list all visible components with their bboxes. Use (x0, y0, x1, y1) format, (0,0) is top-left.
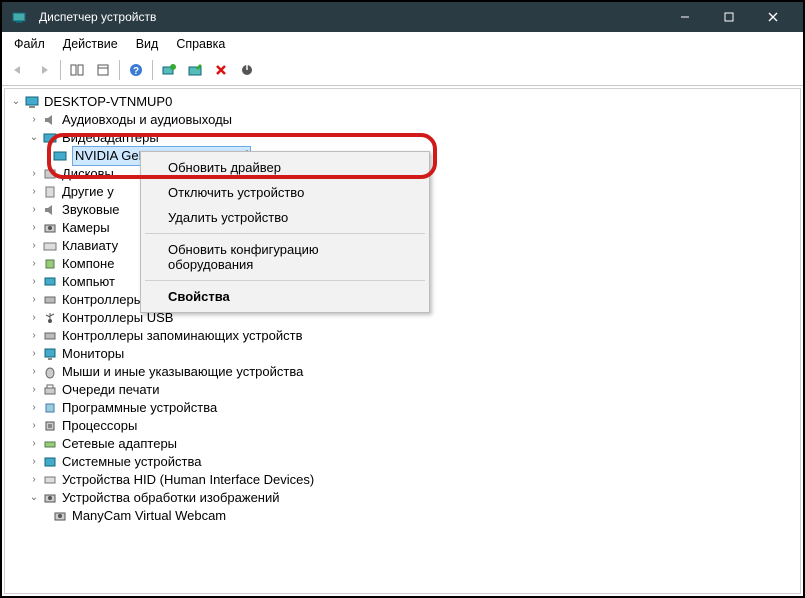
computer-icon (41, 274, 59, 290)
tree-item-mice[interactable]: ›Мыши и иные указывающие устройства (5, 363, 800, 381)
computer-icon (23, 94, 41, 110)
menu-action[interactable]: Действие (55, 34, 126, 54)
camera-icon (41, 220, 59, 236)
expand-icon[interactable]: › (27, 291, 41, 309)
expand-icon[interactable]: › (27, 237, 41, 255)
tree-item-storage[interactable]: ›Контроллеры запоминающих устройств (5, 327, 800, 345)
forward-button[interactable] (32, 59, 56, 81)
disable-button[interactable] (235, 59, 259, 81)
properties-button[interactable] (91, 59, 115, 81)
mouse-icon (41, 364, 59, 380)
device-manager-window: Диспетчер устройств Файл Действие Вид Сп… (0, 0, 805, 598)
usb-icon (41, 310, 59, 326)
scan-hardware-button[interactable] (183, 59, 207, 81)
menubar: Файл Действие Вид Справка (2, 32, 803, 56)
ctx-properties[interactable]: Свойства (144, 284, 426, 309)
expand-icon[interactable]: › (27, 471, 41, 489)
window-title: Диспетчер устройств (39, 10, 156, 24)
expand-icon[interactable]: › (27, 309, 41, 327)
app-icon (10, 9, 28, 25)
tree-item-video[interactable]: ⌄Видеоадаптеры (5, 129, 800, 147)
display-adapter-icon (41, 130, 59, 146)
uninstall-button[interactable] (209, 59, 233, 81)
tree-item-software[interactable]: ›Программные устройства (5, 399, 800, 417)
system-icon (41, 454, 59, 470)
expand-icon[interactable]: › (27, 219, 41, 237)
tree-root[interactable]: ⌄ DESKTOP-VTNMUP0 (5, 93, 800, 111)
menu-view[interactable]: Вид (128, 34, 167, 54)
collapse-icon[interactable]: ⌄ (27, 489, 41, 507)
minimize-button[interactable] (663, 2, 707, 32)
expand-icon[interactable]: › (27, 201, 41, 219)
component-icon (41, 256, 59, 272)
expand-icon[interactable]: › (27, 111, 41, 129)
tree-item-monitors[interactable]: ›Мониторы (5, 345, 800, 363)
menu-help[interactable]: Справка (168, 34, 233, 54)
speaker-icon (41, 112, 59, 128)
tree-item-print[interactable]: ›Очереди печати (5, 381, 800, 399)
ctx-scan-hardware[interactable]: Обновить конфигурацию оборудования (144, 237, 426, 277)
speaker-icon (41, 202, 59, 218)
tree-item-imaging[interactable]: ⌄Устройства обработки изображений (5, 489, 800, 507)
context-menu: Обновить драйвер Отключить устройство Уд… (140, 151, 430, 313)
expand-icon[interactable]: › (27, 183, 41, 201)
collapse-icon[interactable]: ⌄ (27, 129, 41, 147)
svg-text:?: ? (133, 66, 139, 77)
maximize-button[interactable] (707, 2, 751, 32)
camera-icon (51, 508, 69, 524)
expand-icon[interactable]: › (27, 345, 41, 363)
expand-icon[interactable]: › (27, 417, 41, 435)
disk-icon (41, 166, 59, 182)
expand-icon[interactable]: › (27, 453, 41, 471)
show-hide-tree-button[interactable] (65, 59, 89, 81)
monitor-icon (41, 346, 59, 362)
expand-icon[interactable]: › (27, 165, 41, 183)
hid-icon (41, 472, 59, 488)
toolbar: ? (2, 56, 803, 86)
expand-icon[interactable]: › (27, 255, 41, 273)
device-tree[interactable]: ⌄ DESKTOP-VTNMUP0 ›Аудиовходы и аудиовых… (4, 88, 801, 594)
ctx-update-driver[interactable]: Обновить драйвер (144, 155, 426, 180)
controller-icon (41, 292, 59, 308)
keyboard-icon (41, 238, 59, 254)
collapse-icon[interactable]: ⌄ (9, 93, 23, 111)
back-button[interactable] (6, 59, 30, 81)
software-icon (41, 400, 59, 416)
imaging-icon (41, 490, 59, 506)
menu-file[interactable]: Файл (6, 34, 53, 54)
network-icon (41, 436, 59, 452)
tree-item-webcam[interactable]: ManyCam Virtual Webcam (5, 507, 800, 525)
expand-icon[interactable]: › (27, 273, 41, 291)
expand-icon[interactable]: › (27, 381, 41, 399)
expand-icon[interactable]: › (27, 327, 41, 345)
expand-icon[interactable]: › (27, 363, 41, 381)
menu-separator (145, 280, 425, 281)
tree-item-net[interactable]: ›Сетевые адаптеры (5, 435, 800, 453)
controller-icon (41, 328, 59, 344)
tree-item-hid[interactable]: ›Устройства HID (Human Interface Devices… (5, 471, 800, 489)
printer-icon (41, 382, 59, 398)
help-button[interactable]: ? (124, 59, 148, 81)
root-label: DESKTOP-VTNMUP0 (44, 93, 172, 111)
update-driver-button[interactable] (157, 59, 181, 81)
expand-icon[interactable]: › (27, 399, 41, 417)
close-button[interactable] (751, 2, 795, 32)
tree-item-system[interactable]: ›Системные устройства (5, 453, 800, 471)
tree-item-audio[interactable]: ›Аудиовходы и аудиовыходы (5, 111, 800, 129)
tree-item-cpu[interactable]: ›Процессоры (5, 417, 800, 435)
menu-separator (145, 233, 425, 234)
ctx-uninstall-device[interactable]: Удалить устройство (144, 205, 426, 230)
ctx-disable-device[interactable]: Отключить устройство (144, 180, 426, 205)
cpu-icon (41, 418, 59, 434)
expand-icon[interactable]: › (27, 435, 41, 453)
display-adapter-icon (51, 148, 69, 164)
device-icon (41, 184, 59, 200)
titlebar[interactable]: Диспетчер устройств (2, 2, 803, 32)
